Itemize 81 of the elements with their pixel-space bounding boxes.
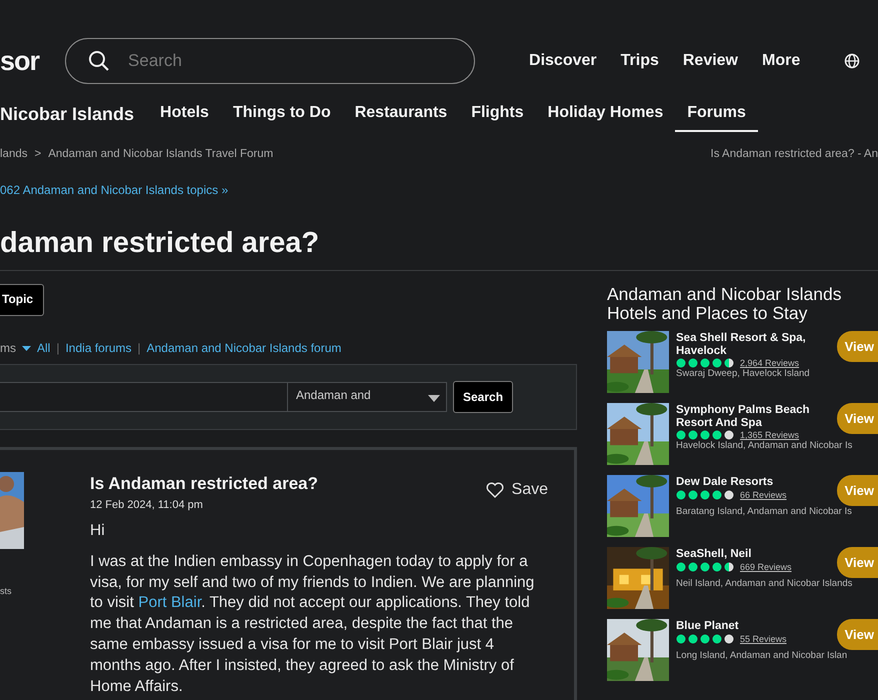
search-button[interactable]: Search [453,381,514,413]
rating-dot [688,634,698,644]
rating-dot [676,430,686,440]
forum-link[interactable]: Andaman and Nicobar Islands forum [146,341,342,355]
rating-dot [700,634,710,644]
rating-dot [724,430,734,440]
nav-tab[interactable]: Forums [675,98,758,132]
globe-icon[interactable] [844,53,860,69]
hotel-location: Neil Island, Andaman and Nicobar Islands [676,578,854,589]
breadcrumb-link[interactable]: lands [0,148,28,160]
nav-link[interactable]: Review [670,46,750,76]
nav-tab[interactable]: Hotels [148,98,221,132]
rating-dot [724,562,734,572]
rating-dot [712,562,722,572]
hotel-name[interactable]: Sea Shell Resort & Spa, Havelock [676,332,831,357]
rating-dot [712,634,722,644]
hotel-location: Havelock Island, Andaman and Nicobar Is [676,440,854,451]
reviews-link[interactable]: 55 Reviews [740,634,787,644]
nav-tab[interactable]: Restaurants [342,98,460,132]
rating-dot [676,562,686,572]
rating-dot [712,358,722,368]
rating-dot [676,358,686,368]
new-topic-button[interactable]: Topic [0,284,44,316]
search-field[interactable]: Search [65,38,476,84]
breadcrumb-current: Is Andaman restricted area? - An [710,148,878,160]
forum-search-field[interactable] [0,382,287,412]
nav-link[interactable]: More [750,46,812,76]
nav-link[interactable]: Trips [608,46,671,76]
place-link[interactable]: Port Blair [138,594,202,612]
topics-link[interactable]: 062 Andaman and Nicobar Islands topics » [0,183,228,197]
post-date: 12 Feb 2024, 11:04 pm [90,499,204,511]
search-icon [88,50,110,71]
rating-dot [700,490,710,500]
rating-dot [700,430,710,440]
post-paragraph: I was at the Indien embassy in Copenhagen today to apply for a visa, for my self and two of my friends to Indien. We are planning to visit Port Blair. They did not accept our applications. They told me that Andaman is a restricted area, despite the fact that the same embassy issued a visa for me to visit Port Blair just 4 months ago. After I insisted, they agreed to ask the Ministry of Home Affairs. [90,552,536,697]
hotel-location: Baratang Island, Andaman and Nicobar Is [676,506,853,517]
site-logo[interactable]: sor [0,43,42,79]
hotel-location: Long Island, Andaman and Nicobar Islan [676,650,848,661]
rating-dot [688,358,698,368]
reviews-link[interactable]: 1,365 Reviews [740,430,800,440]
rating-dot [724,358,734,368]
save-button[interactable]: Save [480,480,554,500]
link-separator: | [138,341,141,355]
breadcrumb-link[interactable]: Andaman and Nicobar Islands Travel Forum [48,148,274,160]
forum-link[interactable]: All [37,341,50,355]
caret-icon[interactable] [22,346,31,350]
post-paragraph: Hi [90,521,106,541]
hotel-name[interactable]: Dew Dale Resorts [676,476,831,488]
rating-dot [688,562,698,572]
nav-tab[interactable]: Things to Do [220,98,343,132]
rating-dot [688,490,698,500]
rating-dot [688,430,698,440]
rating-dot [724,490,734,500]
rating-dot [724,634,734,644]
forums-label: ms [0,341,16,355]
nav-tab[interactable]: Flights [459,98,536,132]
reviews-link[interactable]: 669 Reviews [740,562,792,572]
nav-link[interactable]: Discover [517,46,609,76]
link-separator: | [56,341,60,355]
reviews-link[interactable]: 2,964 Reviews [740,358,800,368]
rating-dot [712,490,722,500]
scope-dropdown[interactable]: Andaman and [287,382,447,412]
page-title: daman restricted area? [0,227,320,260]
section-title: Andaman and Nicobar Islands Hotels and Places to Stay [607,285,842,323]
rating-dot [700,562,710,572]
rating-dot [700,358,710,368]
rating-dot [676,490,686,500]
author-stats: sts [0,586,13,596]
rating-dot [712,430,722,440]
hotel-name[interactable]: Symphony Palms Beach Resort And Spa [676,404,831,429]
post-title: Is Andaman restricted area? [90,474,318,494]
nav-tab[interactable]: Holiday Homes [536,98,676,132]
hotel-name[interactable]: SeaShell, Neil [676,548,831,560]
forum-link[interactable]: India forums [65,341,132,355]
reviews-link[interactable]: 66 Reviews [740,490,787,500]
hotel-name[interactable]: Blue Planet [676,620,831,632]
dropdown-icon [428,395,440,402]
breadcrumb-separator: > [34,148,42,160]
place-name[interactable]: Nicobar Islands [0,98,148,135]
hotel-location: Swaraj Dweep, Havelock Island [676,368,811,379]
rating-dot [676,634,686,644]
